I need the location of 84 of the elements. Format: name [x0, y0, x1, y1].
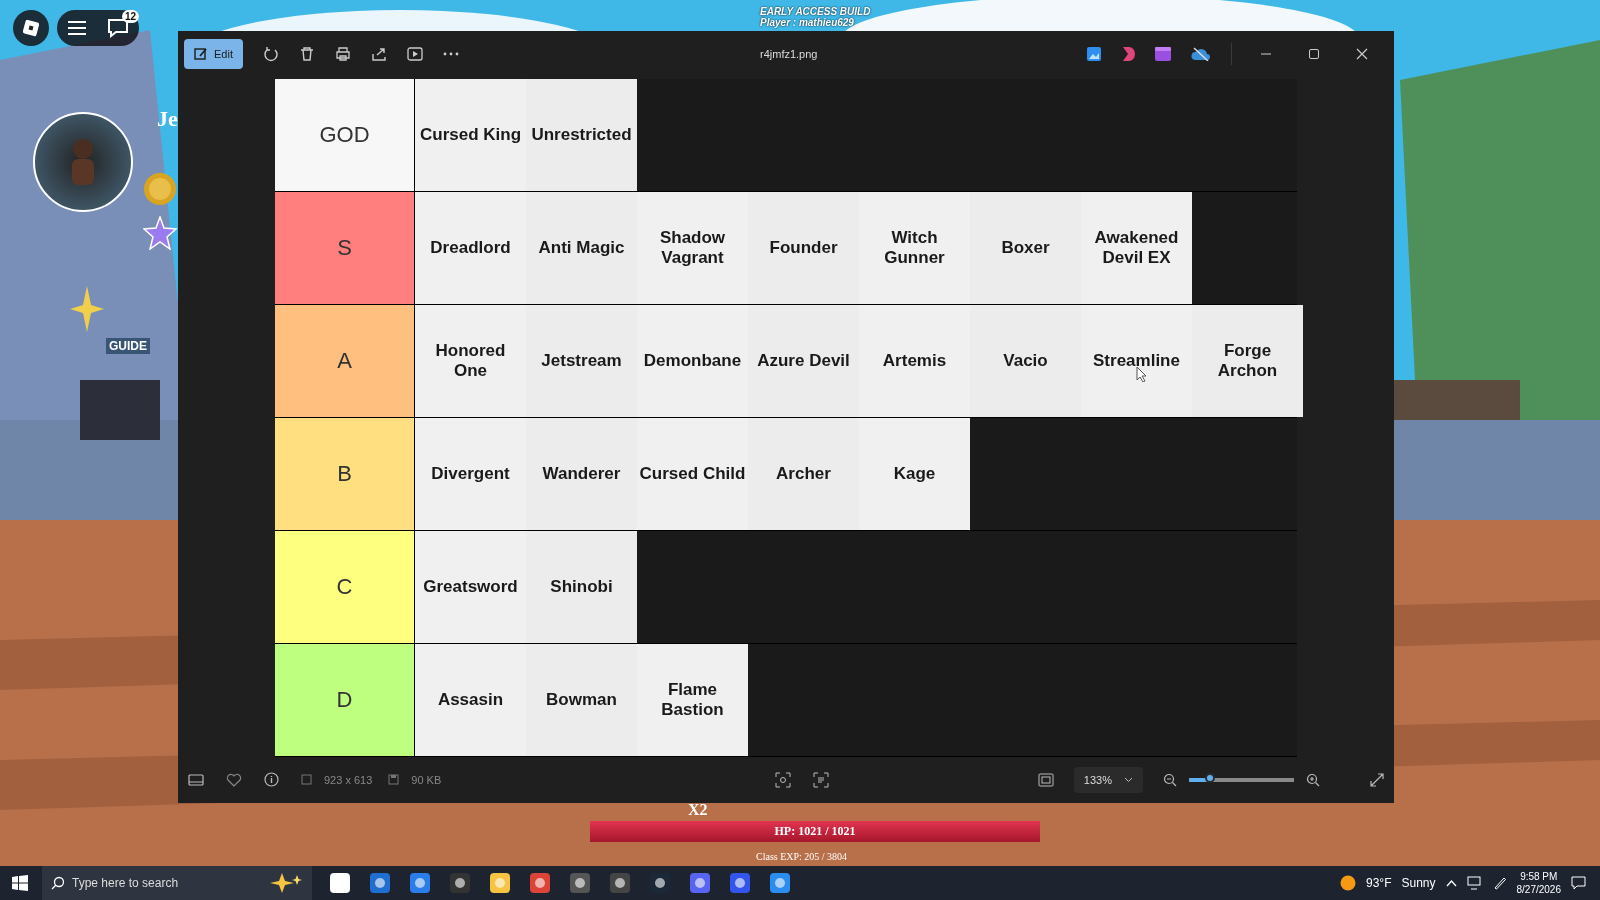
- info-icon[interactable]: [264, 772, 279, 788]
- notifications-icon[interactable]: [1571, 876, 1586, 890]
- tier-item: Forge Archon: [1192, 304, 1303, 417]
- chevron-down-icon: [1124, 776, 1133, 783]
- focus-icon[interactable]: [775, 771, 792, 788]
- image-app-icon[interactable]: [1087, 46, 1101, 61]
- heart-icon[interactable]: [226, 772, 242, 787]
- tier-item: Founder: [748, 191, 859, 304]
- sparkle-icon: [70, 286, 104, 332]
- player-name: Je: [157, 106, 178, 132]
- fullscreen-icon[interactable]: [1370, 772, 1384, 787]
- tier-item: Awakened Devil EX: [1081, 191, 1192, 304]
- tier-item: Azure Devil: [748, 304, 859, 417]
- image-size-icon: [301, 774, 312, 786]
- file-size: 90 KB: [411, 773, 442, 786]
- pen-icon[interactable]: [1492, 876, 1507, 890]
- tier-item: Vacio: [970, 304, 1081, 417]
- image-dimensions: 923 x 613: [324, 773, 373, 786]
- cloud-off-icon[interactable]: [1191, 46, 1211, 61]
- tier-item: Jetstream: [526, 304, 637, 417]
- window-title: r4jmfz1.png: [760, 47, 818, 60]
- mouse-cursor: [1136, 365, 1147, 382]
- tier-label: B: [275, 417, 415, 530]
- tier-item: Artemis: [859, 304, 970, 417]
- tier-item: Shinobi: [526, 530, 637, 643]
- slideshow-icon[interactable]: [406, 45, 423, 62]
- taskbar-search-field[interactable]: Type here to search: [42, 866, 312, 900]
- tier-item: Cursed Child: [637, 417, 748, 530]
- temperature-label: 93°F: [1366, 876, 1392, 890]
- multiplier-label: X2: [688, 801, 708, 819]
- tier-item: Divergent: [415, 417, 526, 530]
- tier-item: Demonbane: [637, 304, 748, 417]
- build-notice: EARLY ACCESS BUILD: [760, 6, 871, 17]
- maximize-icon[interactable]: [1308, 47, 1320, 60]
- tier-item: Kage: [859, 417, 970, 530]
- rotate-icon[interactable]: [262, 45, 279, 62]
- start-icon[interactable]: [12, 875, 28, 891]
- zoom-out-icon[interactable]: [1163, 772, 1177, 787]
- tier-label: D: [275, 643, 415, 756]
- tier-item: Archer: [748, 417, 859, 530]
- clock-time: 9:58 PM: [1520, 870, 1558, 883]
- filmstrip-icon[interactable]: [188, 772, 204, 787]
- weather-label: Sunny: [1401, 876, 1436, 890]
- menu-icon[interactable]: [67, 20, 87, 36]
- clock-date: 8/27/2026: [1516, 883, 1561, 896]
- delete-icon[interactable]: [298, 45, 315, 62]
- tier-item: Unrestricted: [526, 78, 637, 191]
- tier-item: Shadow Vagrant: [637, 191, 748, 304]
- tier-label: C: [275, 530, 415, 643]
- search-icon: [51, 876, 65, 890]
- network-icon[interactable]: [1466, 876, 1483, 890]
- print-icon[interactable]: [334, 45, 351, 62]
- zoom-dropdown[interactable]: 133%: [1073, 766, 1143, 793]
- tier-item: Wanderer: [526, 417, 637, 530]
- tier-item: Bowman: [526, 643, 637, 756]
- notification-badge: 12: [121, 10, 139, 23]
- fit-icon[interactable]: [1037, 772, 1054, 787]
- guide-label[interactable]: GUIDE: [106, 338, 150, 354]
- tier-item: Streamline: [1081, 304, 1192, 417]
- health-bar: HP: 1021 / 1021: [590, 821, 1040, 842]
- tier-label: A: [275, 304, 415, 417]
- tier-item: Cursed King: [415, 78, 526, 191]
- tier-item: Flame Bastion: [637, 643, 748, 756]
- text-scan-icon[interactable]: [813, 771, 830, 788]
- close-icon[interactable]: [1356, 47, 1368, 60]
- chevron-up-icon[interactable]: [1445, 879, 1457, 887]
- tier-item: Anti Magic: [526, 191, 637, 304]
- chat-icon[interactable]: [107, 18, 129, 38]
- zoom-in-icon[interactable]: [1306, 772, 1320, 787]
- tier-item: Boxer: [970, 191, 1081, 304]
- share-icon[interactable]: [370, 45, 387, 62]
- class-exp-label: Class EXP: 205 / 3804: [756, 851, 848, 863]
- tier-label: GOD: [275, 78, 415, 191]
- tier-item: Witch Gunner: [859, 191, 970, 304]
- player-name-label: Player : mathieu629: [760, 17, 855, 28]
- edit-button[interactable]: Edit: [184, 38, 243, 69]
- edit-icon: [194, 46, 208, 61]
- tier-item: Honored One: [415, 304, 526, 417]
- tier-item: Greatsword: [415, 530, 526, 643]
- sun-icon: [1340, 875, 1356, 891]
- tier-item: Assasin: [415, 643, 526, 756]
- tier-item: Dreadlord: [415, 191, 526, 304]
- tier-label: S: [275, 191, 415, 304]
- star-icon[interactable]: [143, 216, 177, 250]
